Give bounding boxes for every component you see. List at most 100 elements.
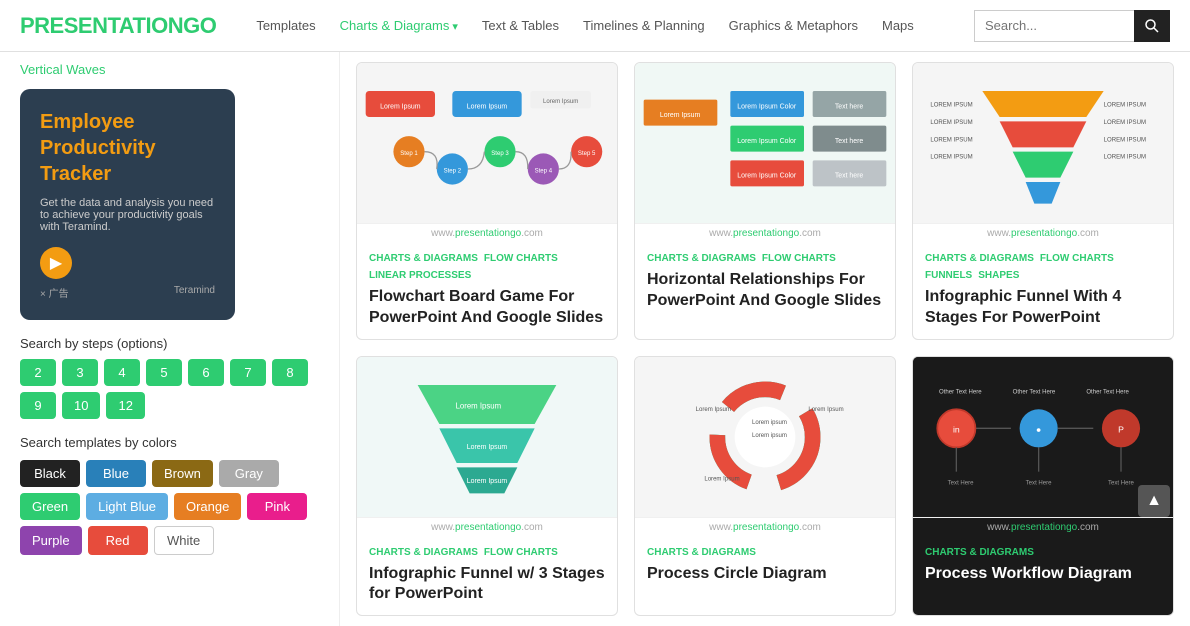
color-button-green[interactable]: Green xyxy=(20,493,80,520)
card-title-1[interactable]: Horizontal Relationships For PowerPoint … xyxy=(647,270,883,312)
logo[interactable]: PRESENTATIONGO xyxy=(20,13,216,39)
svg-text:LOREM IPSUM: LOREM IPSUM xyxy=(930,155,972,161)
color-button-brown[interactable]: Brown xyxy=(152,460,213,487)
card-body-3: CHARTS & DIAGRAMS FLOW CHARTS Infographic … xyxy=(357,537,617,616)
steps-label: Search by steps (options) xyxy=(20,336,319,351)
card-tag[interactable]: CHARTS & DIAGRAMS xyxy=(925,253,1034,264)
card-title-4[interactable]: Process Circle Diagram xyxy=(647,564,883,585)
step-button-10[interactable]: 10 xyxy=(62,392,100,419)
color-button-red[interactable]: Red xyxy=(88,526,148,555)
charts-dropdown-icon xyxy=(452,18,458,33)
colors-grid: BlackBlueBrownGrayGreenLight BlueOrangeP… xyxy=(20,460,319,555)
card-2: LOREM IPSUM LOREM IPSUM LOREM IPSUM LORE… xyxy=(912,62,1174,340)
svg-text:Lorem Ipsum: Lorem Ipsum xyxy=(660,112,701,119)
step-button-5[interactable]: 5 xyxy=(146,359,182,386)
step-button-12[interactable]: 12 xyxy=(106,392,144,419)
main-nav: Templates Charts & Diagrams Text & Table… xyxy=(256,18,974,33)
colors-label: Search templates by colors xyxy=(20,435,319,450)
step-button-6[interactable]: 6 xyxy=(188,359,224,386)
card-tag[interactable]: FLOW CHARTS xyxy=(484,547,558,558)
step-button-4[interactable]: 4 xyxy=(104,359,140,386)
svg-text:Lorem Ipsum Color: Lorem Ipsum Color xyxy=(737,138,797,145)
nav-maps[interactable]: Maps xyxy=(882,18,914,33)
card-0: Lorem Ipsum Lorem Ipsum Step 1 Step 2 St… xyxy=(356,62,618,340)
svg-text:●: ● xyxy=(1036,424,1041,434)
card-image-0[interactable]: Lorem Ipsum Lorem Ipsum Step 1 Step 2 St… xyxy=(357,63,617,223)
card-body-0: CHARTS & DIAGRAMS FLOW CHARTS LINEAR PROCE… xyxy=(357,243,617,339)
search-button[interactable] xyxy=(1134,10,1170,42)
card-tag[interactable]: CHARTS & DIAGRAMS xyxy=(647,547,756,558)
card-tag[interactable]: CHARTS & DIAGRAMS xyxy=(369,547,478,558)
search-input[interactable] xyxy=(974,10,1134,42)
nav-timelines[interactable]: Timelines & Planning xyxy=(583,18,705,33)
color-button-orange[interactable]: Orange xyxy=(174,493,241,520)
card-title-3[interactable]: Infographic Funnel w/ 3 Stages for Power… xyxy=(369,564,605,606)
card-1: Lorem Ipsum Lorem Ipsum Color Lorem Ipsu… xyxy=(634,62,896,340)
svg-text:LOREM IPSUM: LOREM IPSUM xyxy=(1104,120,1146,126)
card-tag[interactable]: FLOW CHARTS xyxy=(762,253,836,264)
svg-text:LOREM IPSUM: LOREM IPSUM xyxy=(1104,137,1146,143)
svg-text:Other Text Here: Other Text Here xyxy=(1086,389,1129,395)
card-5: Other Text Here Other Text Here Other Te… xyxy=(912,356,1174,617)
svg-text:LOREM IPSUM: LOREM IPSUM xyxy=(1104,155,1146,161)
svg-text:Lorem Ipsum: Lorem Ipsum xyxy=(696,407,731,413)
color-button-black[interactable]: Black xyxy=(20,460,80,487)
card-tag[interactable]: SHAPES xyxy=(978,270,1019,281)
card-body-2: CHARTS & DIAGRAMS FLOW CHARTS FUNNELS SHAPE… xyxy=(913,243,1173,339)
nav-graphics[interactable]: Graphics & Metaphors xyxy=(729,18,858,33)
ad-logo: Teramind xyxy=(174,285,215,296)
card-image-4[interactable]: Lorem ipsum Lorem ipsum Lorem Ipsum Lore… xyxy=(635,357,895,517)
card-title-2[interactable]: Infographic Funnel With 4 Stages For Pow… xyxy=(925,287,1161,329)
header: PRESENTATIONGO Templates Charts & Diagra… xyxy=(0,0,1190,52)
vertical-waves-link[interactable]: Vertical Waves xyxy=(20,62,319,77)
card-tag[interactable]: CHARTS & DIAGRAMS xyxy=(369,253,478,264)
ad-box: Employee Productivity Tracker Get the da… xyxy=(20,89,235,320)
card-image-5[interactable]: Other Text Here Other Text Here Other Te… xyxy=(913,357,1173,517)
svg-text:P: P xyxy=(1118,424,1124,434)
color-button-pink[interactable]: Pink xyxy=(247,493,307,520)
svg-text:Lorem Ipsum: Lorem Ipsum xyxy=(543,99,578,105)
card-source-3: www.presentationgo.com xyxy=(357,517,617,537)
card-4: Lorem ipsum Lorem ipsum Lorem Ipsum Lore… xyxy=(634,356,896,617)
ad-cta-button[interactable]: ▶ xyxy=(40,247,72,279)
steps-grid: 2345678 91012 xyxy=(20,359,319,419)
card-image-3[interactable]: Lorem Ipsum Lorem Ipsum Lorem Ipsum xyxy=(357,357,617,517)
card-3: Lorem Ipsum Lorem Ipsum Lorem Ipsum www.… xyxy=(356,356,618,617)
svg-text:Lorem Ipsum: Lorem Ipsum xyxy=(456,401,502,410)
workflow-illustration: Other Text Here Other Text Here Other Te… xyxy=(913,357,1173,517)
svg-text:Step 4: Step 4 xyxy=(535,168,553,174)
card-tag[interactable]: FLOW CHARTS xyxy=(484,253,558,264)
svg-text:Text Here: Text Here xyxy=(948,480,975,486)
color-button-purple[interactable]: Purple xyxy=(20,526,82,555)
card-title-5[interactable]: Process Workflow Diagram xyxy=(925,564,1161,585)
ad-footer: × 广告 Teramind xyxy=(40,285,215,300)
nav-text-tables[interactable]: Text & Tables xyxy=(482,18,559,33)
nav-charts-diagrams[interactable]: Charts & Diagrams xyxy=(340,18,458,33)
card-title-0[interactable]: Flowchart Board Game For PowerPoint And … xyxy=(369,287,605,329)
color-button-blue[interactable]: Blue xyxy=(86,460,146,487)
horizontal-illustration: Lorem Ipsum Lorem Ipsum Color Lorem Ipsu… xyxy=(635,63,895,223)
color-button-gray[interactable]: Gray xyxy=(219,460,279,487)
step-button-3[interactable]: 3 xyxy=(62,359,98,386)
card-image-1[interactable]: Lorem Ipsum Lorem Ipsum Color Lorem Ipsu… xyxy=(635,63,895,223)
card-image-2[interactable]: LOREM IPSUM LOREM IPSUM LOREM IPSUM LORE… xyxy=(913,63,1173,223)
svg-text:Other Text Here: Other Text Here xyxy=(1013,389,1056,395)
step-button-7[interactable]: 7 xyxy=(230,359,266,386)
card-tag[interactable]: LINEAR PROCESSES xyxy=(369,270,471,281)
step-button-2[interactable]: 2 xyxy=(20,359,56,386)
step-button-9[interactable]: 9 xyxy=(20,392,56,419)
color-button-white[interactable]: White xyxy=(154,526,214,555)
nav-templates[interactable]: Templates xyxy=(256,18,315,33)
scroll-to-top-button[interactable]: ▲ xyxy=(1138,485,1170,517)
step-button-8[interactable]: 8 xyxy=(272,359,308,386)
card-tag[interactable]: FLOW CHARTS xyxy=(1040,253,1114,264)
color-button-light-blue[interactable]: Light Blue xyxy=(86,493,168,520)
svg-text:LOREM IPSUM: LOREM IPSUM xyxy=(930,120,972,126)
svg-text:Lorem Ipsum: Lorem Ipsum xyxy=(380,103,421,110)
logo-accent: GO xyxy=(183,13,216,38)
card-tag[interactable]: FUNNELS xyxy=(925,270,972,281)
svg-text:Step 3: Step 3 xyxy=(491,151,509,157)
ad-title: Employee Productivity Tracker xyxy=(40,109,215,187)
card-tag[interactable]: CHARTS & DIAGRAMS xyxy=(925,547,1034,558)
card-tag[interactable]: CHARTS & DIAGRAMS xyxy=(647,253,756,264)
